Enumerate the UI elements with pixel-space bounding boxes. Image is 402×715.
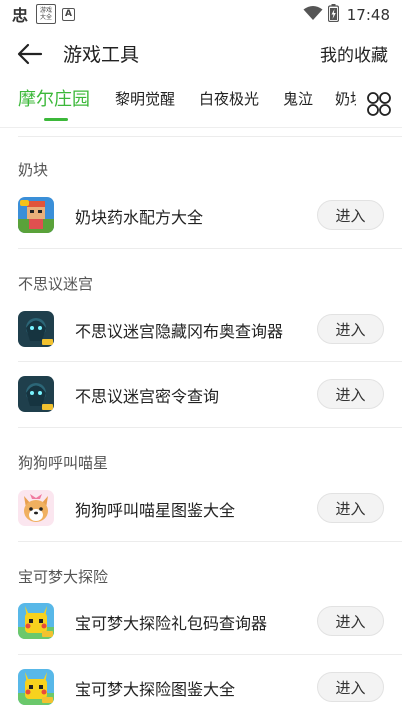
list-item[interactable]: 宝可梦大探险礼包码查询器 进入: [0, 588, 402, 654]
tab-strip[interactable]: 摩尔庄园 黎明觉醒 白夜极光 鬼泣 奶块: [0, 82, 358, 126]
enter-button[interactable]: 进入: [317, 379, 384, 409]
list-item[interactable]: 狗狗呼叫喵星图鉴大全 进入: [0, 475, 402, 541]
section-title-pokemon: 宝可梦大探险: [18, 568, 109, 586]
game-tabs: 摩尔庄园 黎明觉醒 白夜极光 鬼泣 奶块: [0, 82, 402, 126]
pokemon-game-icon: [18, 603, 54, 639]
list-item[interactable]: 宝可梦大探险图鉴大全 进入: [0, 654, 402, 715]
enter-button[interactable]: 进入: [317, 672, 384, 702]
enter-button[interactable]: 进入: [317, 200, 384, 230]
status-bar: 忠 游戏 大全 A 17:48: [0, 0, 402, 30]
page-title: 游戏工具: [63, 44, 140, 66]
section-title-dog: 狗狗呼叫喵星: [18, 454, 109, 472]
tool-title: 宝可梦大探险礼包码查询器: [75, 614, 268, 633]
tab-liming-juexing[interactable]: 黎明觉醒: [115, 88, 175, 109]
my-favorites-button[interactable]: 我的收藏: [320, 41, 388, 66]
list-divider: [18, 427, 402, 428]
tool-title: 奶块药水配方大全: [75, 208, 204, 227]
enter-button[interactable]: 进入: [317, 606, 384, 636]
game-box-line1: 游戏: [39, 7, 52, 14]
status-system: 17:48: [303, 4, 390, 26]
game-box-line2: 大全: [39, 14, 52, 21]
app-notification-icon: 忠: [11, 6, 28, 25]
grid-menu-icon: [367, 92, 391, 116]
tool-title: 宝可梦大探险图鉴大全: [75, 680, 236, 699]
enter-button[interactable]: 进入: [317, 314, 384, 344]
tool-title: 狗狗呼叫喵星图鉴大全: [75, 501, 236, 520]
arrow-left-icon: [17, 43, 43, 65]
list-item[interactable]: 不思议迷宫隐藏冈布奥查询器 进入: [0, 296, 402, 362]
list-item[interactable]: 奶块药水配方大全 进入: [0, 182, 402, 248]
busiyi-game-icon: [18, 311, 54, 347]
tool-title: 不思议迷宫隐藏冈布奥查询器: [75, 322, 284, 341]
active-tab-indicator: [44, 118, 68, 121]
status-notifications: 忠 游戏 大全 A: [10, 4, 75, 25]
wifi-icon: [303, 5, 323, 25]
top-app-bar: 游戏工具 我的收藏: [0, 30, 402, 76]
battery-icon: [327, 4, 339, 26]
pokemon-game-icon: [18, 669, 54, 705]
game-box-notification-icon: 游戏 大全: [36, 4, 56, 24]
section-title-naikuai: 奶块: [18, 161, 49, 179]
naikuai-game-icon: [18, 197, 54, 233]
dog-game-icon: [18, 490, 54, 526]
status-time: 17:48: [346, 6, 390, 24]
tab-moer-zhuangyuan[interactable]: 摩尔庄园: [18, 85, 90, 111]
back-button[interactable]: [14, 40, 46, 68]
tab-baiye-jiguang[interactable]: 白夜极光: [199, 88, 259, 109]
a-notification-icon: A: [62, 7, 75, 21]
list-divider: [18, 136, 402, 137]
list-divider: [18, 248, 402, 249]
tool-list[interactable]: 奶块 奶块药水配方大全 进入 不思议迷宫 不思议迷宫隐藏冈布奥查询器 进入 不思…: [0, 128, 402, 715]
section-title-busiyi: 不思议迷宫: [18, 275, 94, 293]
tab-guiqi[interactable]: 鬼泣: [283, 88, 313, 109]
tool-title: 不思议迷宫密令查询: [75, 387, 220, 406]
list-item[interactable]: 不思议迷宫密令查询 进入: [0, 361, 402, 427]
busiyi-game-icon: [18, 376, 54, 412]
enter-button[interactable]: 进入: [317, 493, 384, 523]
tab-naikuai[interactable]: 奶块: [335, 88, 358, 109]
all-games-button[interactable]: [356, 82, 402, 126]
list-divider: [18, 541, 402, 542]
